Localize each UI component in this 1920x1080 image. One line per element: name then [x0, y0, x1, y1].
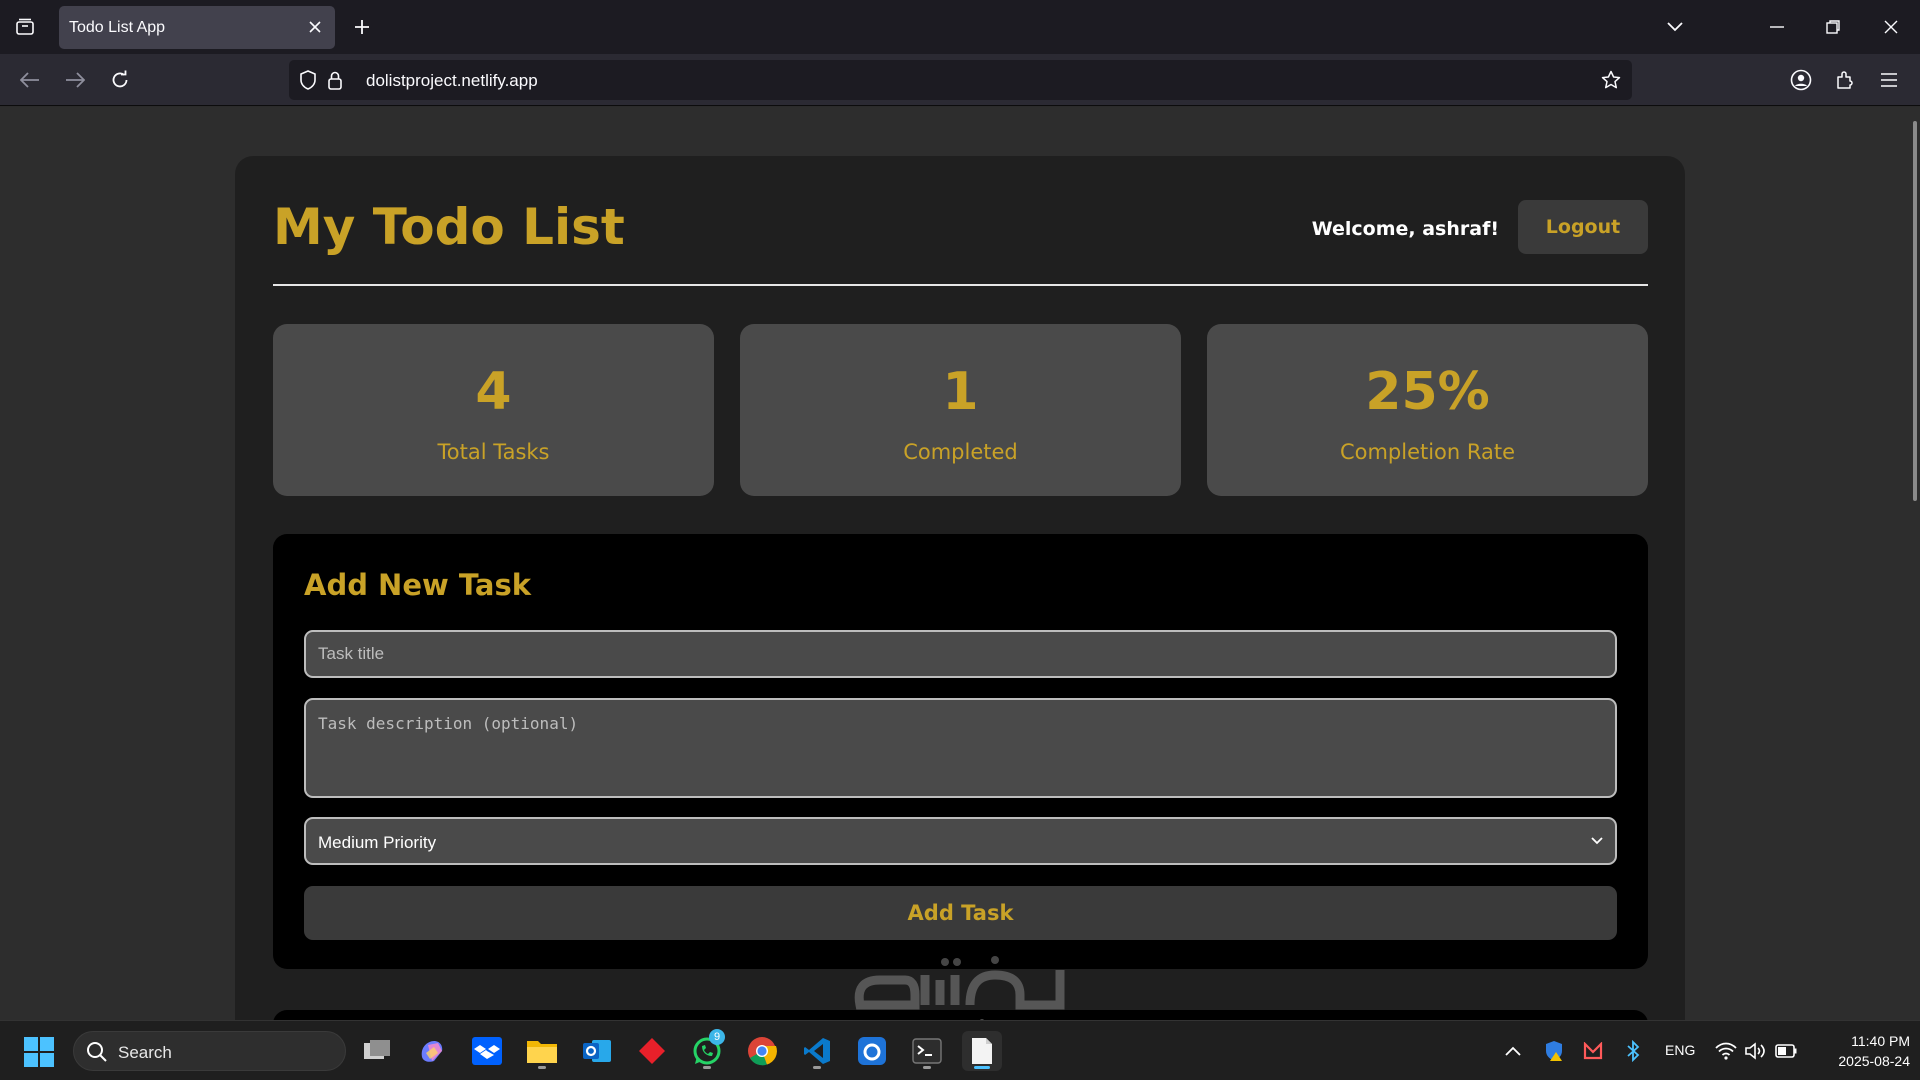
- priority-selected-value: Medium Priority: [318, 833, 437, 852]
- bookmark-star-icon[interactable]: [1600, 69, 1622, 91]
- task-view-icon[interactable]: [357, 1031, 397, 1071]
- stat-label: Completed: [903, 440, 1018, 464]
- app-running-indicator: [538, 1066, 546, 1069]
- chrome-icon[interactable]: [742, 1031, 782, 1071]
- mail-tray-icon[interactable]: [1582, 1040, 1604, 1062]
- wifi-icon[interactable]: [1715, 1040, 1737, 1062]
- taskbar-search-box[interactable]: Search: [73, 1031, 346, 1071]
- notification-badge: 9: [709, 1029, 725, 1045]
- whatsapp-icon[interactable]: 9: [687, 1029, 727, 1071]
- task-list-section: [273, 1010, 1648, 1020]
- chevron-down-icon: [1589, 833, 1605, 849]
- search-label: Search: [118, 1043, 172, 1062]
- shield-icon[interactable]: [297, 69, 319, 91]
- url-text[interactable]: dolistproject.netlify.app: [366, 71, 538, 91]
- restore-icon[interactable]: [1818, 12, 1848, 42]
- app-running-indicator: [703, 1066, 711, 1069]
- app-running-indicator: [923, 1066, 931, 1069]
- priority-select[interactable]: Medium Priority: [304, 817, 1617, 865]
- windows-taskbar: Search 9 ENG 11:40 PM 2025-08-24: [0, 1020, 1920, 1080]
- back-arrow-icon[interactable]: [15, 65, 45, 95]
- lock-icon[interactable]: [324, 69, 346, 91]
- app-running-indicator: [813, 1066, 821, 1069]
- account-icon[interactable]: [1786, 65, 1816, 95]
- extensions-puzzle-icon[interactable]: [1830, 65, 1860, 95]
- app-running-indicator: [974, 1066, 990, 1069]
- close-tab-icon[interactable]: [305, 17, 325, 37]
- chevron-up-icon[interactable]: [1502, 1040, 1524, 1062]
- stat-value: 4: [475, 362, 512, 422]
- add-task-form: Add New Task Medium Priority Add Task: [273, 534, 1648, 969]
- page-scrollbar[interactable]: [1913, 121, 1917, 501]
- add-task-button[interactable]: Add Task: [304, 886, 1617, 940]
- file-explorer-icon[interactable]: [522, 1031, 562, 1071]
- windows-start-icon[interactable]: [24, 1037, 54, 1067]
- stat-card-total-tasks: 4 Total Tasks: [273, 324, 714, 496]
- stat-value: 1: [942, 362, 979, 422]
- battery-icon[interactable]: [1775, 1040, 1797, 1062]
- todo-app-container: My Todo List Welcome, ashraf! Logout 4 T…: [235, 156, 1685, 1020]
- stat-label: Total Tasks: [437, 440, 550, 464]
- task-title-input[interactable]: [304, 630, 1617, 678]
- forward-arrow-icon[interactable]: [60, 65, 90, 95]
- language-indicator[interactable]: ENG: [1665, 1042, 1695, 1058]
- reload-icon[interactable]: [105, 65, 135, 95]
- welcome-message: Welcome, ashraf!: [1311, 218, 1499, 240]
- tab-list-icon[interactable]: [10, 12, 40, 42]
- add-task-heading: Add New Task: [304, 568, 532, 602]
- page-title: My Todo List: [273, 198, 625, 256]
- browser-tab[interactable]: Todo List App: [59, 6, 335, 49]
- minimize-icon[interactable]: [1762, 12, 1792, 42]
- stat-card-completion-rate: 25% Completion Rate: [1207, 324, 1648, 496]
- terminal-icon[interactable]: [907, 1031, 947, 1071]
- copilot-icon[interactable]: [412, 1031, 452, 1071]
- blue-app-icon[interactable]: [852, 1031, 892, 1071]
- close-window-icon[interactable]: [1876, 12, 1906, 42]
- dropbox-icon[interactable]: [467, 1031, 507, 1071]
- stat-value: 25%: [1365, 362, 1490, 422]
- tab-overflow-chevron-icon[interactable]: [1660, 12, 1690, 42]
- task-description-textarea[interactable]: [304, 698, 1617, 798]
- stat-label: Completion Rate: [1339, 440, 1516, 464]
- vscode-icon[interactable]: [797, 1031, 837, 1071]
- outlook-icon[interactable]: [577, 1031, 617, 1071]
- stat-card-completed: 1 Completed: [740, 324, 1181, 496]
- url-bar[interactable]: dolistproject.netlify.app: [289, 60, 1632, 100]
- clock-time: 11:40 PM: [1851, 1033, 1910, 1049]
- bluetooth-icon[interactable]: [1622, 1040, 1644, 1062]
- security-shield-icon[interactable]: [1543, 1040, 1565, 1062]
- git-diamond-icon[interactable]: [632, 1031, 672, 1071]
- browser-navbar: dolistproject.netlify.app: [0, 54, 1920, 106]
- notepad-icon[interactable]: [962, 1031, 1002, 1071]
- page-viewport: My Todo List Welcome, ashraf! Logout 4 T…: [0, 107, 1920, 1020]
- search-icon: [86, 1041, 108, 1063]
- logout-button[interactable]: Logout: [1518, 200, 1648, 254]
- tab-title: Todo List App: [69, 19, 166, 36]
- browser-tabstrip: Todo List App: [0, 0, 1920, 54]
- clock-date: 2025-08-24: [1838, 1053, 1910, 1069]
- new-tab-icon[interactable]: [348, 13, 376, 41]
- volume-icon[interactable]: [1745, 1040, 1767, 1062]
- header-divider: [273, 284, 1648, 286]
- system-clock[interactable]: 11:40 PM 2025-08-24: [1810, 1031, 1910, 1071]
- hamburger-menu-icon[interactable]: [1874, 65, 1904, 95]
